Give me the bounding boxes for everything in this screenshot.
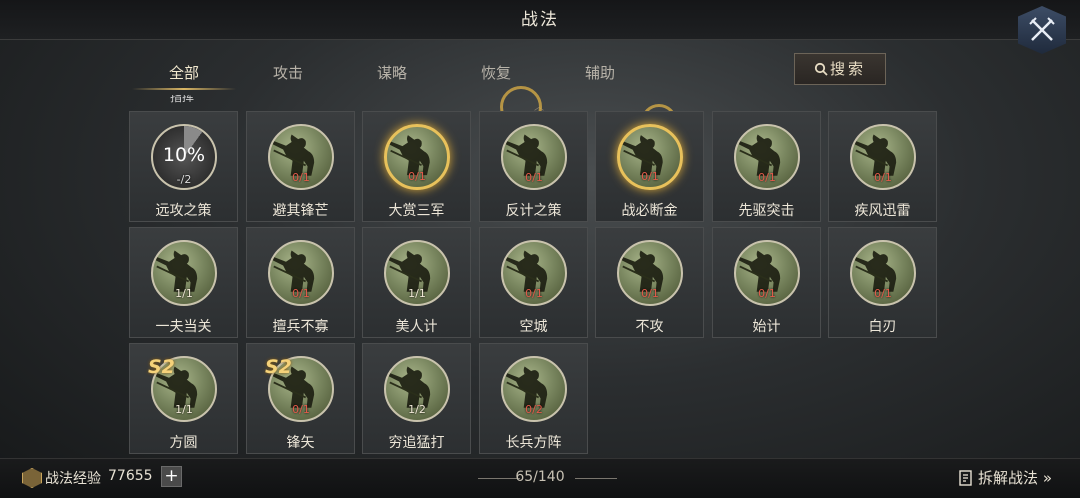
skill-medallion: 0/1 bbox=[384, 124, 450, 190]
skill-medallion: 0/1 bbox=[617, 124, 683, 190]
skill-medallion: 0/1 bbox=[501, 124, 567, 190]
skill-medallion: 1/1 bbox=[151, 240, 217, 306]
title-bar: 战法 bbox=[0, 0, 1080, 40]
dismantle-label: 拆解战法 » bbox=[978, 469, 1052, 487]
page-title: 战法 bbox=[521, 10, 559, 30]
skill-card[interactable]: 1/2 穷追猛打 bbox=[362, 343, 471, 454]
skill-medallion: 0/1 bbox=[734, 124, 800, 190]
skill-level: 0/1 bbox=[408, 170, 426, 183]
skill-name: 锋矢 bbox=[286, 435, 315, 451]
skill-medallion: 1/2 bbox=[384, 356, 450, 422]
skill-name: 远攻之策 bbox=[155, 203, 212, 219]
skill-name: 疾风迅雷 bbox=[854, 203, 911, 219]
skill-card[interactable]: 1/1 一夫当关 bbox=[129, 227, 238, 338]
skill-card[interactable]: 0/1 不攻 bbox=[595, 227, 704, 338]
skill-name: 穷追猛打 bbox=[388, 435, 445, 451]
skill-name: 避其锋芒 bbox=[272, 203, 329, 219]
tab-support[interactable]: 辅助 bbox=[548, 56, 652, 90]
skill-level: 0/1 bbox=[525, 287, 543, 300]
skill-name: 长兵方阵 bbox=[505, 435, 562, 451]
tab-all[interactable]: 全部 bbox=[132, 56, 236, 90]
skill-count: 65/140 bbox=[515, 469, 565, 485]
skill-name: 先驱突击 bbox=[738, 203, 795, 219]
skill-level: 1/1 bbox=[408, 287, 426, 300]
skill-card[interactable]: 0/1 始计 bbox=[712, 227, 821, 338]
skill-name: 不攻 bbox=[635, 319, 664, 335]
tab-attack[interactable]: 攻击 bbox=[236, 56, 340, 90]
skill-card[interactable]: 0/2 长兵方阵 bbox=[479, 343, 588, 454]
skill-name: 大赏三军 bbox=[388, 203, 445, 219]
exp-value: 77655 bbox=[108, 468, 153, 484]
skill-card[interactable]: 1/1 美人计 bbox=[362, 227, 471, 338]
skill-name: 始计 bbox=[752, 319, 781, 335]
skill-medallion: 1/1 bbox=[384, 240, 450, 306]
skill-card[interactable]: 0/1 反计之策 bbox=[479, 111, 588, 222]
document-icon bbox=[959, 470, 972, 486]
search-button[interactable]: 搜索 bbox=[794, 53, 886, 85]
search-label: 搜索 bbox=[829, 60, 866, 78]
skill-level: 0/1 bbox=[874, 171, 892, 184]
skill-medallion: 10% -/2 bbox=[151, 124, 217, 190]
skill-card[interactable]: 0/1 疾风迅雷 bbox=[828, 111, 937, 222]
crossed-swords-icon bbox=[1029, 17, 1055, 41]
skill-medallion: 0/1 bbox=[734, 240, 800, 306]
tab-strategy[interactable]: 谋略 bbox=[340, 56, 444, 90]
skill-card[interactable]: 0/1 大赏三军 bbox=[362, 111, 471, 222]
skill-card[interactable]: 0/1 先驱突击 bbox=[712, 111, 821, 222]
skill-grid: 10% -/2 远攻之策 0/1 避其锋芒 0/1 大赏三军 0/1 反计之策 0/1 战必断金 0/… bbox=[129, 111, 939, 457]
skill-level: 0/1 bbox=[874, 287, 892, 300]
skill-card[interactable]: 0/1 空城 bbox=[479, 227, 588, 338]
skill-level: 0/1 bbox=[292, 403, 310, 416]
skill-card[interactable]: 0/1 战必断金 bbox=[595, 111, 704, 222]
exp-label: 战法经验 bbox=[45, 471, 101, 487]
skill-name: 美人计 bbox=[395, 319, 438, 335]
skill-card[interactable]: 10% -/2 远攻之策 bbox=[129, 111, 238, 222]
search-icon bbox=[814, 62, 828, 76]
category-tabs: 全部 攻击 谋略 恢复 辅助 bbox=[132, 56, 692, 92]
skill-card[interactable]: 0/1 S2 锋矢 bbox=[246, 343, 355, 454]
add-exp-button[interactable]: + bbox=[161, 466, 182, 487]
skill-card[interactable]: 0/1 避其锋芒 bbox=[246, 111, 355, 222]
partial-row-label: 指挥 bbox=[169, 95, 194, 104]
skill-medallion: 0/1 bbox=[268, 124, 334, 190]
exp-icon bbox=[22, 468, 42, 488]
tab-recover[interactable]: 恢复 bbox=[444, 56, 548, 90]
skill-level: 0/1 bbox=[292, 171, 310, 184]
dismantle-skills-button[interactable]: 拆解战法 » bbox=[958, 467, 1052, 488]
skill-level: 1/1 bbox=[175, 287, 193, 300]
skill-name: 一夫当关 bbox=[155, 319, 212, 335]
skill-name: 空城 bbox=[519, 319, 548, 335]
skill-name: 白刃 bbox=[868, 319, 897, 335]
skill-name: 擅兵不寡 bbox=[272, 319, 329, 335]
skill-medallion: 0/1 bbox=[617, 240, 683, 306]
season-badge: S2 bbox=[148, 356, 175, 378]
skill-name: 方圆 bbox=[169, 435, 198, 451]
skill-medallion: 0/1 bbox=[501, 240, 567, 306]
skill-card[interactable]: 1/1 S2 方圆 bbox=[129, 343, 238, 454]
skill-level: 0/2 bbox=[525, 403, 543, 416]
skill-level: 0/1 bbox=[292, 287, 310, 300]
skill-level: 0/1 bbox=[525, 171, 543, 184]
bottom-bar: 战法经验 77655 + 65/140 拆解战法 » bbox=[0, 458, 1080, 498]
skill-medallion: 0/1 bbox=[268, 240, 334, 306]
skill-level: 1/2 bbox=[408, 403, 426, 416]
pager-divider-right bbox=[575, 478, 617, 479]
skill-level: 0/1 bbox=[758, 287, 776, 300]
skill-level: 0/1 bbox=[641, 170, 659, 183]
skill-level: 0/1 bbox=[758, 171, 776, 184]
skill-medallion: 0/1 bbox=[850, 240, 916, 306]
skill-level: -/2 bbox=[176, 173, 192, 186]
skill-card[interactable]: 0/1 白刃 bbox=[828, 227, 937, 338]
skill-name: 反计之策 bbox=[505, 203, 562, 219]
skill-medallion: 0/2 bbox=[501, 356, 567, 422]
season-badge: S2 bbox=[265, 356, 292, 378]
skill-name: 战必断金 bbox=[621, 203, 678, 219]
learn-progress: 10% bbox=[162, 144, 206, 166]
skill-medallion: 0/1 bbox=[850, 124, 916, 190]
skill-level: 1/1 bbox=[175, 403, 193, 416]
skill-card[interactable]: 0/1 擅兵不寡 bbox=[246, 227, 355, 338]
skill-level: 0/1 bbox=[641, 287, 659, 300]
